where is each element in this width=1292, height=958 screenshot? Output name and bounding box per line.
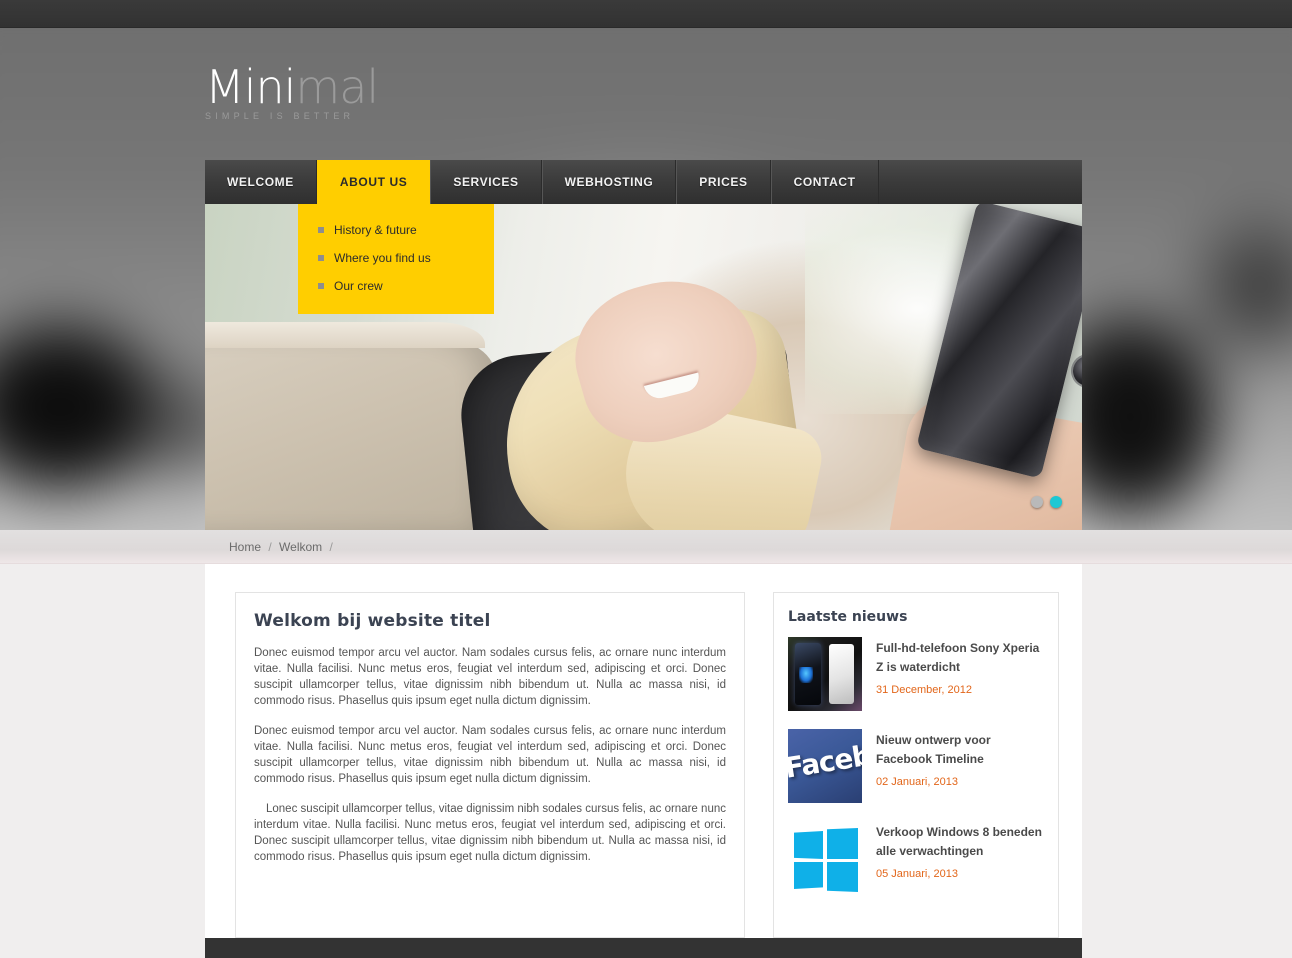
news-item-text: Verkoop Windows 8 beneden alle verwachti… (876, 821, 1044, 895)
news-item-text: Full-hd-telefoon Sony Xperia Z is waterd… (876, 637, 1044, 711)
breadcrumb-separator: / (268, 540, 272, 554)
nav-item-contact[interactable]: CONTACT (770, 160, 879, 204)
hero-couch-top (205, 322, 485, 348)
about-us-dropdown-menu: History & future Where you find us Our c… (298, 204, 494, 314)
site-header: Minimal SIMPLE IS BETTER (205, 28, 1082, 160)
page-title: Welkom bij website titel (254, 611, 491, 631)
windows-logo-pane-1 (794, 831, 823, 859)
content-paragraph-1: Donec euismod tempor arcu vel auctor. Na… (254, 647, 726, 707)
slider-dot-2-active[interactable] (1050, 496, 1062, 508)
breadcrumb-item-home[interactable]: Home (229, 540, 261, 554)
logo-wordmark: Minimal (205, 64, 379, 110)
windows-logo-pane-4 (827, 862, 858, 892)
breadcrumb-separator-trailing: / (329, 540, 333, 554)
news-panel-title: Laatste nieuws (788, 609, 908, 625)
windows-logo-pane-2 (827, 828, 858, 859)
nav-item-welcome[interactable]: WELCOME (205, 160, 317, 204)
sony-xperia-thumbnail[interactable] (788, 637, 862, 711)
content-paragraph-3: Lonec suscipit ullamcorper tellus, vitae… (254, 803, 726, 863)
latest-news-panel: Laatste nieuws Full-hd-telefoon Sony Xpe… (773, 592, 1059, 938)
dropdown-item-label: Our crew (334, 279, 383, 293)
nav-item-about-us[interactable]: ABOUT US (316, 160, 431, 204)
welcome-content-panel: Welkom bij website titel Donec euismod t… (235, 592, 745, 938)
breadcrumb-item-welkom[interactable]: Welkom (279, 540, 322, 554)
top-dark-bar (0, 0, 1292, 28)
windows-logo-pane-3 (794, 862, 823, 889)
xperia-screen-glow (799, 667, 813, 683)
logo-tagline: SIMPLE IS BETTER (205, 111, 355, 121)
slider-pagination (1031, 496, 1062, 508)
site-logo[interactable]: Minimal SIMPLE IS BETTER (205, 64, 379, 121)
facebook-wordmark: Facebook (788, 730, 862, 785)
bullet-square-icon (318, 227, 324, 233)
nav-item-webhosting[interactable]: WEBHOSTING (541, 160, 677, 204)
page-content-sheet: Welkom bij website titel Donec euismod t… (205, 564, 1082, 938)
logo-text-secondary: mal (295, 60, 379, 114)
content-paragraph-2: Donec euismod tempor arcu vel auctor. Na… (254, 725, 726, 785)
news-item-headline[interactable]: Verkoop Windows 8 beneden alle verwachti… (876, 823, 1044, 861)
main-navigation: WELCOME ABOUT US SERVICES WEBHOSTING PRI… (205, 160, 1082, 314)
bullet-square-icon (318, 283, 324, 289)
nav-item-services[interactable]: SERVICES (430, 160, 542, 204)
news-item-date: 02 Januari, 2013 (876, 776, 958, 788)
news-list-item[interactable]: Full-hd-telefoon Sony Xperia Z is waterd… (788, 637, 1044, 711)
dropdown-item-history-future[interactable]: History & future (298, 216, 494, 244)
news-list-item[interactable]: Verkoop Windows 8 beneden alle verwachti… (788, 821, 1044, 895)
windows-8-logo-thumbnail[interactable] (788, 821, 862, 895)
news-item-headline[interactable]: Full-hd-telefoon Sony Xperia Z is waterd… (876, 639, 1044, 677)
breadcrumb: Home / Welkom / (229, 540, 337, 554)
dropdown-item-where-you-find-us[interactable]: Where you find us (298, 244, 494, 272)
news-item-date: 31 December, 2012 (876, 684, 973, 696)
site-footer (205, 938, 1082, 958)
bullet-square-icon (318, 255, 324, 261)
news-item-date: 05 Januari, 2013 (876, 868, 958, 880)
breadcrumb-bar: Home / Welkom / (205, 530, 1082, 564)
slider-dot-1[interactable] (1031, 496, 1043, 508)
news-list-item[interactable]: Facebook Nieuw ontwerp voor Facebook Tim… (788, 729, 1044, 803)
dropdown-item-label: Where you find us (334, 251, 431, 265)
nav-item-prices[interactable]: PRICES (676, 160, 771, 204)
dropdown-item-our-crew[interactable]: Our crew (298, 272, 494, 300)
news-item-headline[interactable]: Nieuw ontwerp voor Facebook Timeline (876, 731, 1044, 769)
logo-text-primary: Mini (205, 60, 296, 114)
hero-couch (205, 334, 495, 530)
dropdown-item-label: History & future (334, 223, 417, 237)
facebook-logo-thumbnail[interactable]: Facebook (788, 729, 862, 803)
page-container: Minimal SIMPLE IS BETTER WELCOME ABOUT U… (205, 28, 1082, 938)
news-item-text: Nieuw ontwerp voor Facebook Timeline 02 … (876, 729, 1044, 803)
